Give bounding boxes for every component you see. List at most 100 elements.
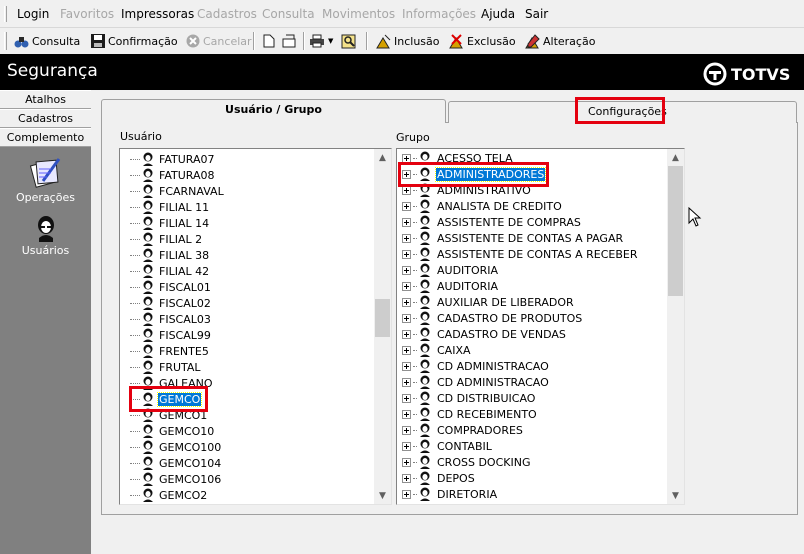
group-tree-item[interactable]: CD ADMINISTRACAO: [402, 358, 550, 374]
expand-icon[interactable]: [402, 377, 411, 387]
expand-icon[interactable]: [402, 233, 411, 243]
tree-line: [130, 478, 140, 480]
user-tree-item[interactable]: FILIAL 14: [130, 215, 210, 231]
user-tree-item[interactable]: GEMCO2: [130, 487, 208, 503]
expand-icon[interactable]: [402, 393, 411, 403]
inclusao-button[interactable]: Inclusão: [376, 32, 440, 50]
group-tree-item[interactable]: ASSISTENTE DE CONTAS A RECEBER: [402, 246, 639, 262]
menu-movimentos[interactable]: Movimentos: [322, 7, 395, 21]
menu-login[interactable]: Login: [17, 7, 49, 21]
menu-sair[interactable]: Sair: [525, 7, 548, 21]
sidebar-item-usuarios[interactable]: Usuários: [0, 214, 91, 257]
find-button[interactable]: [341, 32, 359, 50]
expand-icon[interactable]: [402, 441, 411, 451]
user-icon: [143, 328, 153, 342]
user-tree-item[interactable]: FISCAL99: [130, 327, 212, 343]
user-tree-item[interactable]: GEMCO10: [130, 423, 215, 439]
tab-usuario-grupo[interactable]: Usuário / Grupo: [101, 99, 446, 123]
alteracao-button[interactable]: Alteração: [525, 32, 595, 50]
group-tree-item[interactable]: CD DISTRIBUICAO: [402, 390, 536, 406]
scroll-down-icon[interactable]: ▼: [374, 487, 391, 504]
user-tree-item[interactable]: GEMCO104: [130, 455, 222, 471]
user-tree-item[interactable]: FATURA08: [130, 167, 215, 183]
chevron-down-icon: ▼: [328, 37, 334, 45]
group-tree-item[interactable]: CADASTRO DE PRODUTOS: [402, 310, 583, 326]
print-button[interactable]: ▼: [309, 32, 333, 50]
user-tree-item[interactable]: FILIAL 42: [130, 263, 210, 279]
user-tree-item[interactable]: FISCAL01: [130, 279, 212, 295]
expand-icon[interactable]: [402, 201, 411, 211]
user-name: FILIAL 14: [159, 216, 210, 230]
expand-icon[interactable]: [402, 297, 411, 307]
group-name: COMPRADORES: [437, 423, 523, 437]
tree-line: [130, 494, 140, 496]
consulta-button[interactable]: Consulta: [14, 32, 80, 50]
user-tree-item[interactable]: FISCAL02: [130, 295, 212, 311]
user-tree-item[interactable]: GEMCO100: [130, 439, 222, 455]
sidebar-item-operacoes[interactable]: Operações: [0, 155, 91, 204]
user-tree-item[interactable]: FILIAL 2: [130, 231, 203, 247]
user-tree-item[interactable]: FATURA07: [130, 151, 215, 167]
group-tree-item[interactable]: AUXILIAR DE LIBERADOR: [402, 294, 575, 310]
scroll-down-icon[interactable]: ▼: [667, 487, 684, 504]
expand-icon[interactable]: [402, 313, 411, 323]
user-scroll-thumb[interactable]: [375, 299, 390, 337]
group-tree-item[interactable]: CROSS DOCKING: [402, 454, 531, 470]
scroll-up-icon[interactable]: ▲: [374, 149, 391, 166]
group-tree[interactable]: ACESSO TELA ADMINISTRADORES ADMINISTRATIVO…: [396, 148, 685, 505]
sidebar-tab-complemento[interactable]: Complemento: [0, 128, 91, 147]
group-tree-item[interactable]: ANALISTA DE CREDITO: [402, 198, 563, 214]
user-scrollbar[interactable]: ▲ ▼: [374, 149, 391, 504]
expand-icon[interactable]: [402, 249, 411, 259]
scroll-up-icon[interactable]: ▲: [667, 149, 684, 166]
group-scroll-thumb[interactable]: [668, 166, 683, 296]
user-tree-item[interactable]: FRUTAL: [130, 359, 202, 375]
menu-consulta[interactable]: Consulta: [262, 7, 315, 21]
expand-icon[interactable]: [402, 409, 411, 419]
user-tree-item[interactable]: FILIAL 11: [130, 199, 210, 215]
expand-icon[interactable]: [402, 361, 411, 371]
new-document-button[interactable]: [261, 32, 279, 50]
group-tree-item[interactable]: ASSISTENTE DE CONTAS A PAGAR: [402, 230, 624, 246]
menu-ajuda[interactable]: Ajuda: [481, 7, 515, 21]
user-tree-item[interactable]: GEMCO106: [130, 471, 222, 487]
group-tree-item[interactable]: CADASTRO DE VENDAS: [402, 326, 567, 342]
group-tree-item[interactable]: CD ADMINISTRACAO: [402, 374, 550, 390]
group-tree-item[interactable]: CD RECEBIMENTO: [402, 406, 538, 422]
user-tree-item[interactable]: FISCAL03: [130, 311, 212, 327]
menu-cadastros[interactable]: Cadastros: [197, 7, 257, 21]
group-tree-item[interactable]: ASSISTENTE DE COMPRAS: [402, 214, 582, 230]
group-tree-item[interactable]: DEPOS: [402, 470, 476, 486]
menu-favoritos[interactable]: Favoritos: [60, 7, 114, 21]
group-tree-item[interactable]: AUDITORIA: [402, 262, 499, 278]
group-scrollbar[interactable]: ▲ ▼: [667, 149, 684, 504]
group-icon: [419, 327, 431, 341]
group-tree-item[interactable]: COMPRADORES: [402, 422, 524, 438]
exclusao-button[interactable]: Exclusão: [449, 32, 516, 50]
user-tree-item[interactable]: FILIAL 38: [130, 247, 210, 263]
expand-icon[interactable]: [402, 265, 411, 275]
expand-icon[interactable]: [402, 473, 411, 483]
menu-impressoras[interactable]: Impressoras: [121, 7, 194, 21]
group-tree-item[interactable]: CAIXA: [402, 342, 472, 358]
expand-icon[interactable]: [402, 457, 411, 467]
group-tree-item[interactable]: AUDITORIA: [402, 278, 499, 294]
expand-icon[interactable]: [402, 345, 411, 355]
confirmacao-button[interactable]: Confirmação: [90, 32, 178, 50]
user-name: FRENTE5: [159, 344, 209, 358]
cancelar-button[interactable]: Cancelar: [185, 32, 252, 50]
user-tree[interactable]: FATURA07 FATURA08 FCARNAVAL FILIAL 11 FILIAL…: [119, 148, 392, 505]
sidebar-tab-cadastros[interactable]: Cadastros: [0, 109, 91, 128]
expand-icon[interactable]: [402, 329, 411, 339]
sidebar-tab-atalhos[interactable]: Atalhos: [0, 90, 91, 109]
expand-icon[interactable]: [402, 489, 411, 499]
expand-icon[interactable]: [402, 281, 411, 291]
user-tree-item[interactable]: FCARNAVAL: [130, 183, 225, 199]
group-tree-item[interactable]: DIRETORIA: [402, 486, 498, 502]
open-document-button[interactable]: [282, 32, 300, 50]
menu-informacoes[interactable]: Informações: [402, 7, 476, 21]
expand-icon[interactable]: [402, 217, 411, 227]
group-tree-item[interactable]: CONTABIL: [402, 438, 493, 454]
user-tree-item[interactable]: FRENTE5: [130, 343, 210, 359]
expand-icon[interactable]: [402, 425, 411, 435]
